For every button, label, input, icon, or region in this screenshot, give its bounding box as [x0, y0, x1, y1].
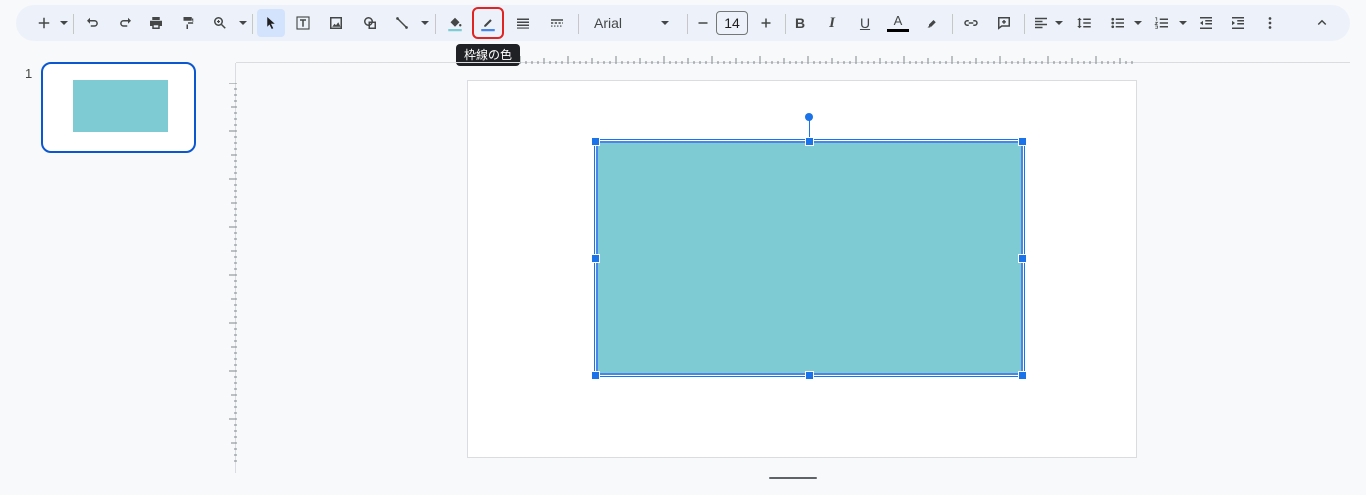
indent-increase-icon [1232, 17, 1244, 29]
horizontal-ruler[interactable] [520, 52, 1136, 64]
plus-icon [38, 17, 50, 29]
redo-icon [120, 17, 131, 27]
resize-handle-bottom-right[interactable] [1018, 371, 1027, 380]
minus-icon [698, 22, 708, 24]
line-spacing-button[interactable] [1070, 9, 1098, 37]
insert-image-button[interactable] [322, 9, 350, 37]
font-size-input[interactable]: 14 [716, 11, 748, 35]
underline-button[interactable]: U [851, 9, 879, 37]
plus-icon [761, 18, 771, 28]
resize-handle-top-left[interactable] [591, 137, 600, 146]
resize-handle-bottom[interactable] [805, 371, 814, 380]
add-comment-button[interactable] [990, 9, 1018, 37]
redo-button[interactable] [111, 9, 139, 37]
numbered-list-icon [1154, 17, 1168, 29]
image-icon [330, 17, 342, 29]
vertical-ruler[interactable] [227, 83, 237, 463]
decrease-font-size-button[interactable] [689, 9, 717, 37]
insert-link-button[interactable] [957, 9, 985, 37]
more-options-button[interactable] [1256, 9, 1284, 37]
shapes-icon [364, 17, 376, 29]
numbered-list-caret[interactable] [1179, 21, 1187, 25]
bold-button[interactable]: B [786, 9, 814, 37]
line-button[interactable] [388, 9, 416, 37]
border-dash-button[interactable] [543, 9, 571, 37]
zoom-icon [214, 17, 226, 29]
border-weight-button[interactable] [509, 9, 537, 37]
font-family-caret[interactable] [661, 21, 669, 25]
line-dropdown-caret[interactable] [421, 21, 429, 25]
cursor-arrow-icon [267, 17, 275, 29]
undo-button[interactable] [79, 9, 107, 37]
increase-indent-button[interactable] [1224, 9, 1252, 37]
decrease-indent-button[interactable] [1192, 9, 1220, 37]
paint-format-button[interactable] [174, 9, 202, 37]
print-button[interactable] [142, 9, 170, 37]
slide-thumbnail[interactable] [41, 62, 196, 153]
border-color-button[interactable] [472, 7, 504, 39]
chevron-up-icon [1317, 19, 1327, 26]
align-dropdown-caret[interactable] [1055, 21, 1063, 25]
font-family-value: Arial [594, 15, 623, 31]
text-box-button[interactable] [289, 9, 317, 37]
text-box-icon [296, 16, 310, 30]
font-family-select[interactable]: Arial [594, 9, 684, 37]
bulleted-list-button[interactable] [1104, 9, 1132, 37]
align-left-icon [1035, 17, 1047, 29]
select-tool-button[interactable] [257, 9, 285, 37]
collapse-menus-button[interactable] [1308, 9, 1336, 37]
text-color-label: A [893, 13, 903, 28]
new-slide-dropdown-caret[interactable] [60, 21, 68, 25]
link-icon [964, 20, 978, 26]
slide-number: 1 [25, 66, 33, 81]
speaker-notes-resize-handle[interactable] [769, 477, 817, 479]
text-color-swatch [887, 29, 909, 32]
printer-icon [150, 17, 162, 29]
more-vert-icon [1268, 17, 1272, 29]
fill-color-button[interactable] [441, 9, 469, 37]
thumbnail-rectangle [73, 80, 168, 132]
numbered-list-button[interactable] [1148, 9, 1176, 37]
comment-add-icon [998, 17, 1010, 30]
line-dash-icon [551, 19, 563, 27]
increase-font-size-button[interactable] [752, 9, 780, 37]
italic-button[interactable]: I [818, 9, 846, 37]
line-icon [396, 17, 408, 29]
zoom-dropdown-caret[interactable] [239, 21, 247, 25]
line-weight-icon [517, 18, 529, 29]
rotation-handle[interactable] [805, 113, 813, 121]
new-slide-button[interactable] [30, 9, 58, 37]
resize-handle-left[interactable] [591, 254, 600, 263]
undo-icon [87, 17, 98, 27]
bulleted-list-icon [1111, 17, 1124, 29]
line-spacing-icon [1077, 17, 1091, 29]
resize-handle-right[interactable] [1018, 254, 1027, 263]
indent-decrease-icon [1200, 17, 1212, 29]
pencil-icon [481, 19, 495, 32]
resize-handle-top[interactable] [805, 137, 814, 146]
highlight-color-button[interactable] [918, 9, 946, 37]
selected-rectangle-shape[interactable] [596, 141, 1023, 375]
bulleted-list-caret[interactable] [1134, 21, 1142, 25]
paint-roller-icon [183, 17, 194, 29]
paint-bucket-icon [448, 17, 462, 32]
text-color-button[interactable]: A [884, 9, 912, 37]
align-button[interactable] [1027, 9, 1055, 37]
highlighter-icon [927, 20, 936, 28]
zoom-button[interactable] [206, 9, 234, 37]
shape-button[interactable] [356, 9, 384, 37]
main-toolbar: Arial 14 B I U A [16, 5, 1350, 41]
resize-handle-bottom-left[interactable] [591, 371, 600, 380]
resize-handle-top-right[interactable] [1018, 137, 1027, 146]
